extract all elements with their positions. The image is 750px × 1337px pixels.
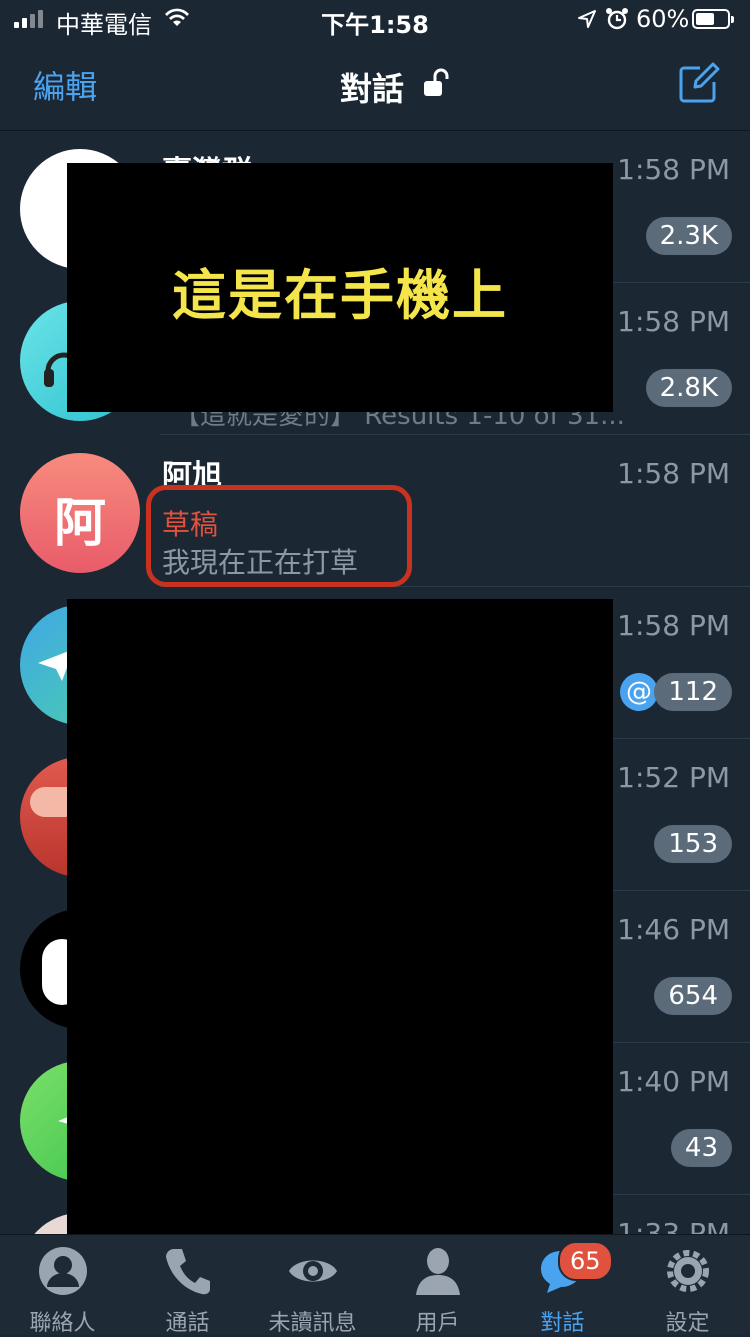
alarm-icon [606,8,628,30]
tab-label: 聯絡人 [29,1311,96,1336]
status-bar: 中華電信 下午1:58 60% [0,0,750,40]
tab-label: 未讀訊息 [268,1311,357,1336]
overlay-caption: 這是在手機上 [172,264,508,327]
battery-icon [692,9,734,29]
compose-icon[interactable] [678,62,720,104]
tab-unread[interactable]: 未讀訊息 [250,1235,375,1336]
tab-label: 通話 [165,1311,210,1336]
unread-badge: 112 [654,673,732,711]
unlock-icon[interactable] [422,68,452,98]
mention-badge: @ [620,673,658,711]
tab-users[interactable]: 用戶 [375,1235,500,1336]
page-title: 對話 [340,70,405,108]
nav-bar: 編輯 對話 [0,40,750,131]
location-icon [578,10,596,28]
tab-label: 用戶 [415,1311,460,1336]
chat-avatar: 阿 [20,453,140,573]
unread-badge: 153 [654,825,732,863]
unread-badge: 2.8K [645,369,732,407]
chat-time: 1:58 PM [617,305,730,338]
tab-bar: 聯絡人 通話 未讀訊息 用戶 65 對話 設定 [0,1234,750,1336]
redaction-block [67,599,613,1234]
chat-time: 1:40 PM [617,1065,730,1098]
unread-badge: 654 [654,977,732,1015]
unread-badge: 43 [670,1129,732,1167]
edit-button[interactable]: 編輯 [33,62,97,108]
chat-time: 1:46 PM [617,913,730,946]
chat-time: 1:58 PM [617,153,730,186]
contacts-icon [39,1247,87,1295]
chat-time: 1:58 PM [617,457,730,490]
gear-icon [667,1250,709,1292]
tab-label: 設定 [665,1311,710,1336]
chat-time: 1:58 PM [617,609,730,642]
user-icon [416,1248,460,1295]
eye-icon [289,1260,337,1282]
avatar-initial: 阿 [53,494,106,554]
chat-time: 1:33 PM [617,1217,730,1234]
chats-badge: 65 [558,1241,613,1281]
chat-time: 1:52 PM [617,761,730,794]
tab-contacts[interactable]: 聯絡人 [0,1235,125,1336]
tab-calls[interactable]: 通話 [125,1235,250,1336]
battery-percent: 60% [636,5,690,33]
tab-settings[interactable]: 設定 [625,1235,750,1336]
tab-chats[interactable]: 65 對話 [500,1235,625,1336]
draft-highlight-box [146,485,412,587]
unread-badge: 2.3K [645,217,732,255]
tab-label: 對話 [540,1311,585,1336]
phone-icon [166,1249,210,1295]
redaction-block: 這是在手機上 [67,163,613,412]
